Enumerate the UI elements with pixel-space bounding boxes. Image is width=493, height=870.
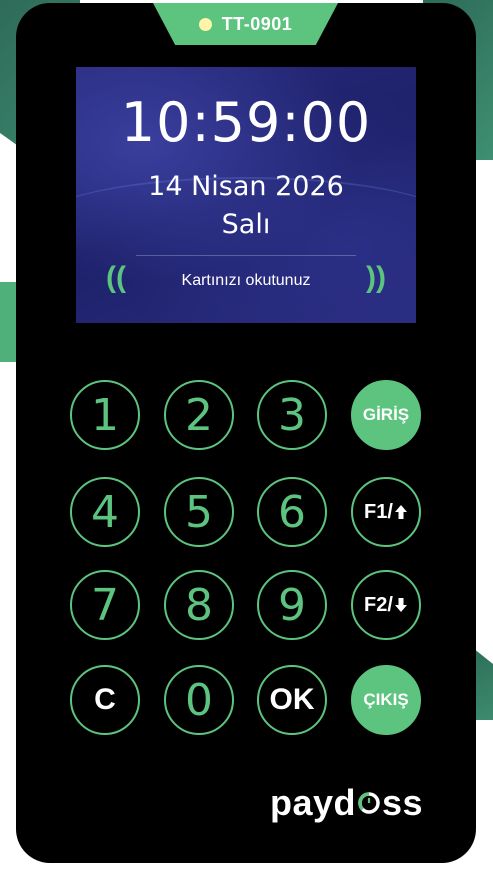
card-prompt: Kartınızı okutunuz xyxy=(181,272,311,289)
f1-label: F1/ xyxy=(364,500,393,523)
key-6[interactable]: 6 xyxy=(257,477,327,547)
status-dot-icon xyxy=(198,17,212,31)
checkout-button[interactable]: ÇIKIŞ xyxy=(351,665,421,735)
clear-button[interactable]: C xyxy=(70,665,140,735)
display-screen: 10:59:00 14 Nisan 2026 Salı (( Kartınızı… xyxy=(76,67,416,323)
logo-clock-o-icon xyxy=(356,788,382,818)
f1-up-button[interactable]: F1/ xyxy=(351,477,421,547)
nfc-wave-right-icon: )) xyxy=(366,261,386,294)
arrow-down-icon xyxy=(394,598,407,612)
key-7[interactable]: 7 xyxy=(70,570,140,640)
f2-label: F2/ xyxy=(364,593,393,616)
f1-up-content: F1/ xyxy=(364,501,408,524)
logo-suffix: ss xyxy=(382,782,424,823)
f2-down-button[interactable]: F2/ xyxy=(351,570,421,640)
arrow-up-icon xyxy=(394,505,407,519)
logo-prefix: payd xyxy=(270,782,357,823)
device-id-tag: TT-0901 xyxy=(153,3,338,45)
device-id-label: TT-0901 xyxy=(221,13,293,34)
key-4[interactable]: 4 xyxy=(70,477,140,547)
ok-button[interactable]: OK xyxy=(257,665,327,735)
current-date: 14 Nisan 2026 xyxy=(148,171,344,202)
screen-divider xyxy=(136,255,356,256)
current-day: Salı xyxy=(221,209,271,240)
key-0[interactable]: 0 xyxy=(164,665,234,735)
key-9[interactable]: 9 xyxy=(257,570,327,640)
key-1[interactable]: 1 xyxy=(70,380,140,450)
paydoss-logo-icon: payd ss xyxy=(270,782,423,824)
clock-time: 10:59:00 xyxy=(120,91,372,154)
f2-down-content: F2/ xyxy=(364,594,408,617)
key-3[interactable]: 3 xyxy=(257,380,327,450)
key-2[interactable]: 2 xyxy=(164,380,234,450)
checkin-button[interactable]: GİRİŞ xyxy=(351,380,421,450)
key-5[interactable]: 5 xyxy=(164,477,234,547)
key-8[interactable]: 8 xyxy=(164,570,234,640)
